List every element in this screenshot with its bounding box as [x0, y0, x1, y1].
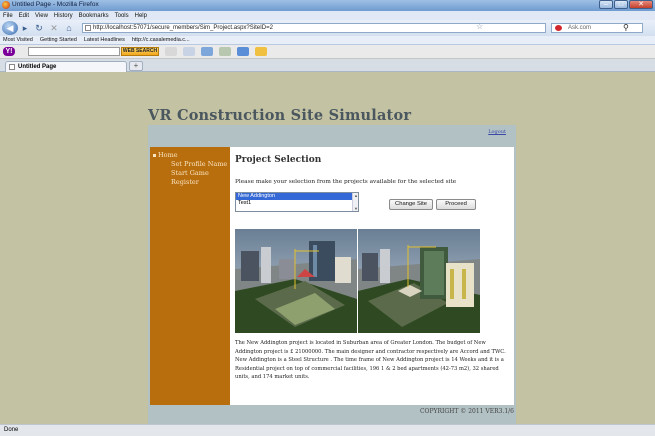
bookmark-casalemedia[interactable]: http://c.casalemedia.c... [132, 37, 190, 43]
site-title: VR Construction Site Simulator [148, 107, 412, 124]
new-tab-button[interactable]: + [129, 61, 143, 71]
window-titlebar: Untitled Page - Mozilla Firefox – □ ✕ [0, 0, 655, 11]
bookmark-star-icon[interactable]: ☆ [476, 22, 483, 31]
logout-link[interactable]: Logout [488, 129, 506, 135]
tab-page-icon [9, 64, 15, 70]
menu-file[interactable]: File [3, 13, 13, 19]
tab-bar: Untitled Page + [0, 59, 655, 72]
minimize-button[interactable]: – [599, 0, 613, 9]
messenger-tool-icon[interactable] [237, 47, 249, 56]
window-title: Untitled Page - Mozilla Firefox [12, 1, 99, 8]
menu-tools[interactable]: Tools [115, 13, 129, 19]
proceed-button[interactable]: Proceed [436, 199, 476, 210]
search-icon[interactable]: ⚲ [623, 23, 629, 32]
bookmark-tool-icon[interactable] [165, 47, 177, 56]
project-listbox[interactable]: New Addington Test1 ▲ ▼ [235, 192, 359, 212]
ask-engine-icon [555, 25, 562, 31]
site-render-image-1 [235, 229, 357, 333]
close-button[interactable]: ✕ [629, 0, 653, 9]
copyright-footer: COPYRIGHT © 2011 VER3.1/6 [419, 408, 514, 415]
reload-button[interactable]: ↻ [34, 23, 44, 33]
firefox-logo-icon [2, 1, 10, 9]
page-content: VR Construction Site Simulator Logout Ho… [0, 72, 655, 424]
yahoo-tool-icons [165, 47, 273, 56]
back-button[interactable]: ◀ [2, 21, 18, 35]
listbox-scrollbar[interactable]: ▲ ▼ [352, 193, 358, 211]
menu-edit[interactable]: Edit [19, 13, 29, 19]
url-text: http://localhost:57071/secure_members/Si… [93, 25, 273, 31]
home-button[interactable]: ⌂ [64, 23, 74, 33]
widget-tool-icon[interactable] [255, 47, 267, 56]
site-container: Logout Home Set Profile Name Start Game … [148, 125, 516, 424]
tab-label: Untitled Page [18, 64, 57, 70]
menu-bookmarks[interactable]: Bookmarks [79, 13, 109, 19]
page-heading: Project Selection [235, 155, 322, 165]
menu-help[interactable]: Help [135, 13, 147, 19]
sidebar-nav: Home Set Profile Name Start Game Registe… [150, 147, 230, 405]
project-option-test1[interactable]: Test1 [236, 200, 358, 207]
page-tool-icon[interactable] [183, 47, 195, 56]
nav-bullet-icon [153, 153, 156, 157]
scroll-down-icon[interactable]: ▼ [354, 206, 358, 211]
forward-button[interactable]: ▸ [20, 23, 30, 33]
menu-view[interactable]: View [35, 13, 48, 19]
maximize-button[interactable]: □ [614, 0, 628, 9]
globe-tool-icon[interactable] [219, 47, 231, 56]
nav-item-label: Home [158, 151, 178, 159]
site-render-image-2 [358, 229, 480, 333]
yahoo-logo-icon[interactable]: Y! [3, 47, 15, 56]
search-input[interactable]: Ask.com [551, 23, 643, 33]
page-icon [85, 25, 91, 31]
project-option-new-addington[interactable]: New Addington [236, 193, 358, 200]
bookmarks-toolbar: Most Visited Getting Started Latest Head… [0, 36, 655, 45]
nav-item-register[interactable]: Register [171, 178, 199, 186]
web-search-button[interactable]: WEB SEARCH [121, 47, 159, 56]
mail-tool-icon[interactable] [201, 47, 213, 56]
tab-untitled-page[interactable]: Untitled Page [5, 61, 127, 72]
bookmark-getting-started[interactable]: Getting Started [40, 37, 77, 43]
project-description: The New Addington project is located in … [235, 340, 506, 380]
yahoo-search-input[interactable] [28, 47, 120, 56]
nav-item-set-profile-name[interactable]: Set Profile Name [171, 160, 227, 168]
nav-item-home[interactable]: Home [153, 151, 178, 159]
nav-item-start-game[interactable]: Start Game [171, 169, 209, 177]
yahoo-toolbar: Y! WEB SEARCH [0, 45, 655, 59]
bookmark-most-visited[interactable]: Most Visited [3, 37, 33, 43]
scroll-up-icon[interactable]: ▲ [354, 193, 358, 198]
search-engine-label: Ask.com [568, 25, 592, 31]
window-controls: – □ ✕ [598, 0, 653, 10]
menu-history[interactable]: History [54, 13, 73, 19]
navigation-toolbar: ◀ ▸ ↻ ✕ ⌂ http://localhost:57071/secure_… [0, 20, 655, 36]
menu-bar: File Edit View History Bookmarks Tools H… [0, 11, 655, 20]
main-content: Project Selection Please make your selec… [230, 147, 514, 405]
bookmark-latest-headlines[interactable]: Latest Headlines [84, 37, 125, 43]
change-site-button[interactable]: Change Site [389, 199, 433, 210]
instruction-text: Please make your selection from the proj… [235, 179, 457, 185]
status-text: Done [4, 427, 19, 433]
stop-button[interactable]: ✕ [49, 23, 59, 33]
status-bar: Done [0, 424, 655, 436]
